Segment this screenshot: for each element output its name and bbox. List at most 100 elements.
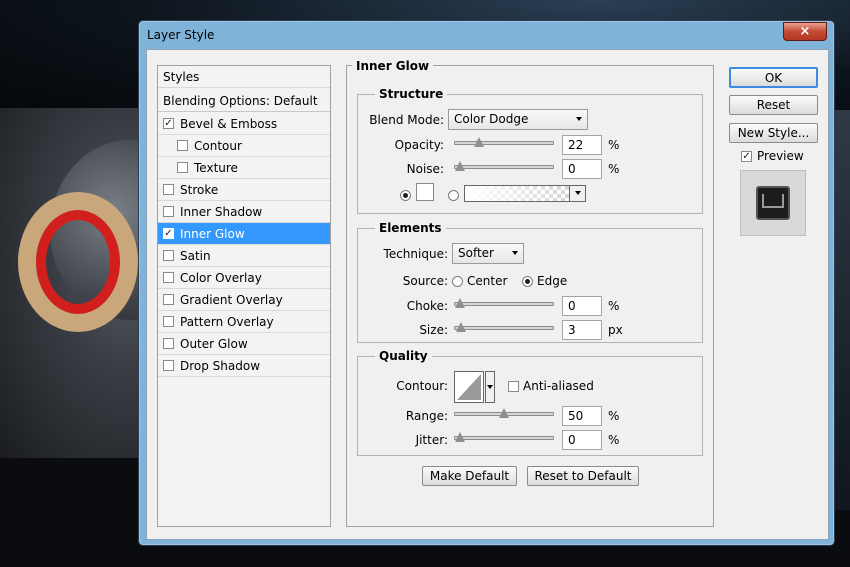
gradient-radio[interactable]	[448, 190, 459, 201]
reset-button[interactable]: Reset	[729, 95, 818, 115]
effect-checkbox[interactable]	[163, 184, 174, 195]
styles-header[interactable]: Styles	[158, 66, 330, 88]
styles-list: Styles Blending Options: Default ✓ Bevel …	[157, 65, 331, 527]
effect-item[interactable]: Pattern Overlay	[158, 311, 330, 333]
opacity-field[interactable]: 22	[562, 135, 602, 155]
contour-curve-icon	[457, 374, 481, 400]
effect-checkbox[interactable]	[163, 360, 174, 371]
source-center-label[interactable]: Center	[467, 274, 507, 288]
size-slider[interactable]	[454, 322, 554, 332]
jitter-field[interactable]: 0	[562, 430, 602, 450]
background-letter	[18, 192, 138, 332]
effect-item[interactable]: Stroke	[158, 179, 330, 201]
gradient-dropdown-button[interactable]	[569, 186, 585, 201]
choke-slider[interactable]	[454, 298, 554, 308]
range-unit: %	[608, 409, 620, 423]
range-field[interactable]: 50	[562, 406, 602, 426]
effect-item[interactable]: ✓ Bevel & Emboss	[158, 113, 330, 135]
close-icon: ×	[799, 24, 811, 39]
blending-options-item[interactable]: Blending Options: Default	[158, 90, 330, 112]
effect-checkbox[interactable]	[163, 316, 174, 327]
effect-item[interactable]: Gradient Overlay	[158, 289, 330, 311]
jitter-slider[interactable]	[454, 432, 554, 442]
effect-label: Inner Glow	[180, 226, 245, 241]
source-edge-radio[interactable]	[522, 276, 533, 287]
effect-checkbox[interactable]	[163, 272, 174, 283]
effect-checkbox[interactable]	[163, 206, 174, 217]
glow-color-swatch[interactable]	[416, 183, 434, 201]
effect-item[interactable]: ✓ Inner Glow	[158, 223, 330, 245]
layer-style-dialog: Layer Style × Styles Blending Options: D…	[138, 20, 835, 546]
range-slider-thumb[interactable]	[499, 408, 509, 418]
chevron-down-icon	[487, 385, 493, 389]
effect-label: Drop Shadow	[180, 358, 261, 373]
effect-label: Stroke	[180, 182, 219, 197]
title-bar[interactable]: Layer Style ×	[139, 21, 834, 49]
noise-slider-thumb[interactable]	[455, 161, 465, 171]
source-edge-label[interactable]: Edge	[537, 274, 567, 288]
ok-button[interactable]: OK	[729, 67, 818, 88]
effect-checkbox[interactable]	[177, 140, 188, 151]
technique-label: Technique:	[383, 247, 448, 261]
window-title: Layer Style	[147, 28, 215, 42]
effect-item[interactable]: Satin	[158, 245, 330, 267]
reset-to-default-button[interactable]: Reset to Default	[527, 466, 639, 486]
size-label: Size:	[419, 323, 448, 337]
effect-checkbox[interactable]	[163, 250, 174, 261]
choke-label: Choke:	[406, 299, 448, 313]
choke-slider-thumb[interactable]	[455, 298, 465, 308]
anti-aliased-label[interactable]: Anti-aliased	[523, 379, 594, 393]
effect-checkbox[interactable]	[163, 294, 174, 305]
choke-field[interactable]: 0	[562, 296, 602, 316]
size-unit: px	[608, 323, 623, 337]
jitter-slider-thumb[interactable]	[455, 432, 465, 442]
anti-aliased-checkbox[interactable]	[508, 381, 519, 392]
structure-title: Structure	[375, 87, 448, 101]
technique-dropdown[interactable]: Softer	[452, 243, 524, 264]
effect-item[interactable]: Contour	[158, 135, 330, 157]
range-slider[interactable]	[454, 408, 554, 418]
chevron-down-icon	[576, 117, 582, 121]
source-center-radio[interactable]	[452, 276, 463, 287]
inner-glow-title: Inner Glow	[352, 59, 434, 73]
style-preview	[740, 170, 806, 236]
effect-item[interactable]: Color Overlay	[158, 267, 330, 289]
effect-label: Outer Glow	[180, 336, 248, 351]
effect-item[interactable]: Outer Glow	[158, 333, 330, 355]
preview-label[interactable]: Preview	[757, 149, 804, 163]
blend-mode-dropdown[interactable]: Color Dodge	[448, 109, 588, 130]
make-default-button[interactable]: Make Default	[422, 466, 517, 486]
contour-picker[interactable]	[454, 371, 484, 403]
effect-label: Pattern Overlay	[180, 314, 274, 329]
new-style-button[interactable]: New Style...	[729, 123, 818, 143]
effect-item[interactable]: Texture	[158, 157, 330, 179]
noise-label: Noise:	[406, 162, 444, 176]
gradient-picker[interactable]	[464, 185, 586, 202]
noise-field[interactable]: 0	[562, 159, 602, 179]
source-label: Source:	[402, 274, 448, 288]
quality-title: Quality	[375, 349, 432, 363]
preview-shape-icon	[762, 194, 784, 208]
solid-color-radio[interactable]	[400, 190, 411, 201]
close-button[interactable]: ×	[783, 22, 827, 41]
noise-slider[interactable]	[454, 161, 554, 171]
effect-label: Satin	[180, 248, 211, 263]
effect-label: Gradient Overlay	[180, 292, 283, 307]
dialog-body: Styles Blending Options: Default ✓ Bevel …	[146, 49, 829, 540]
size-field[interactable]: 3	[562, 320, 602, 340]
contour-dropdown-button[interactable]	[485, 371, 495, 403]
preview-checkbox[interactable]: ✓	[741, 151, 752, 162]
effect-label: Contour	[194, 138, 242, 153]
structure-group: Structure Blend Mode: Color Dodge Opacit…	[357, 87, 703, 214]
size-slider-thumb[interactable]	[456, 322, 467, 332]
effect-checkbox[interactable]	[177, 162, 188, 173]
effect-checkbox[interactable]: ✓	[163, 118, 174, 129]
opacity-label: Opacity:	[394, 138, 444, 152]
effect-item[interactable]: Inner Shadow	[158, 201, 330, 223]
opacity-slider[interactable]	[454, 137, 554, 147]
effect-item[interactable]: Drop Shadow	[158, 355, 330, 377]
effect-checkbox[interactable]	[163, 338, 174, 349]
blend-mode-value: Color Dodge	[454, 112, 529, 126]
opacity-slider-thumb[interactable]	[474, 137, 485, 147]
effect-checkbox[interactable]: ✓	[163, 228, 174, 239]
